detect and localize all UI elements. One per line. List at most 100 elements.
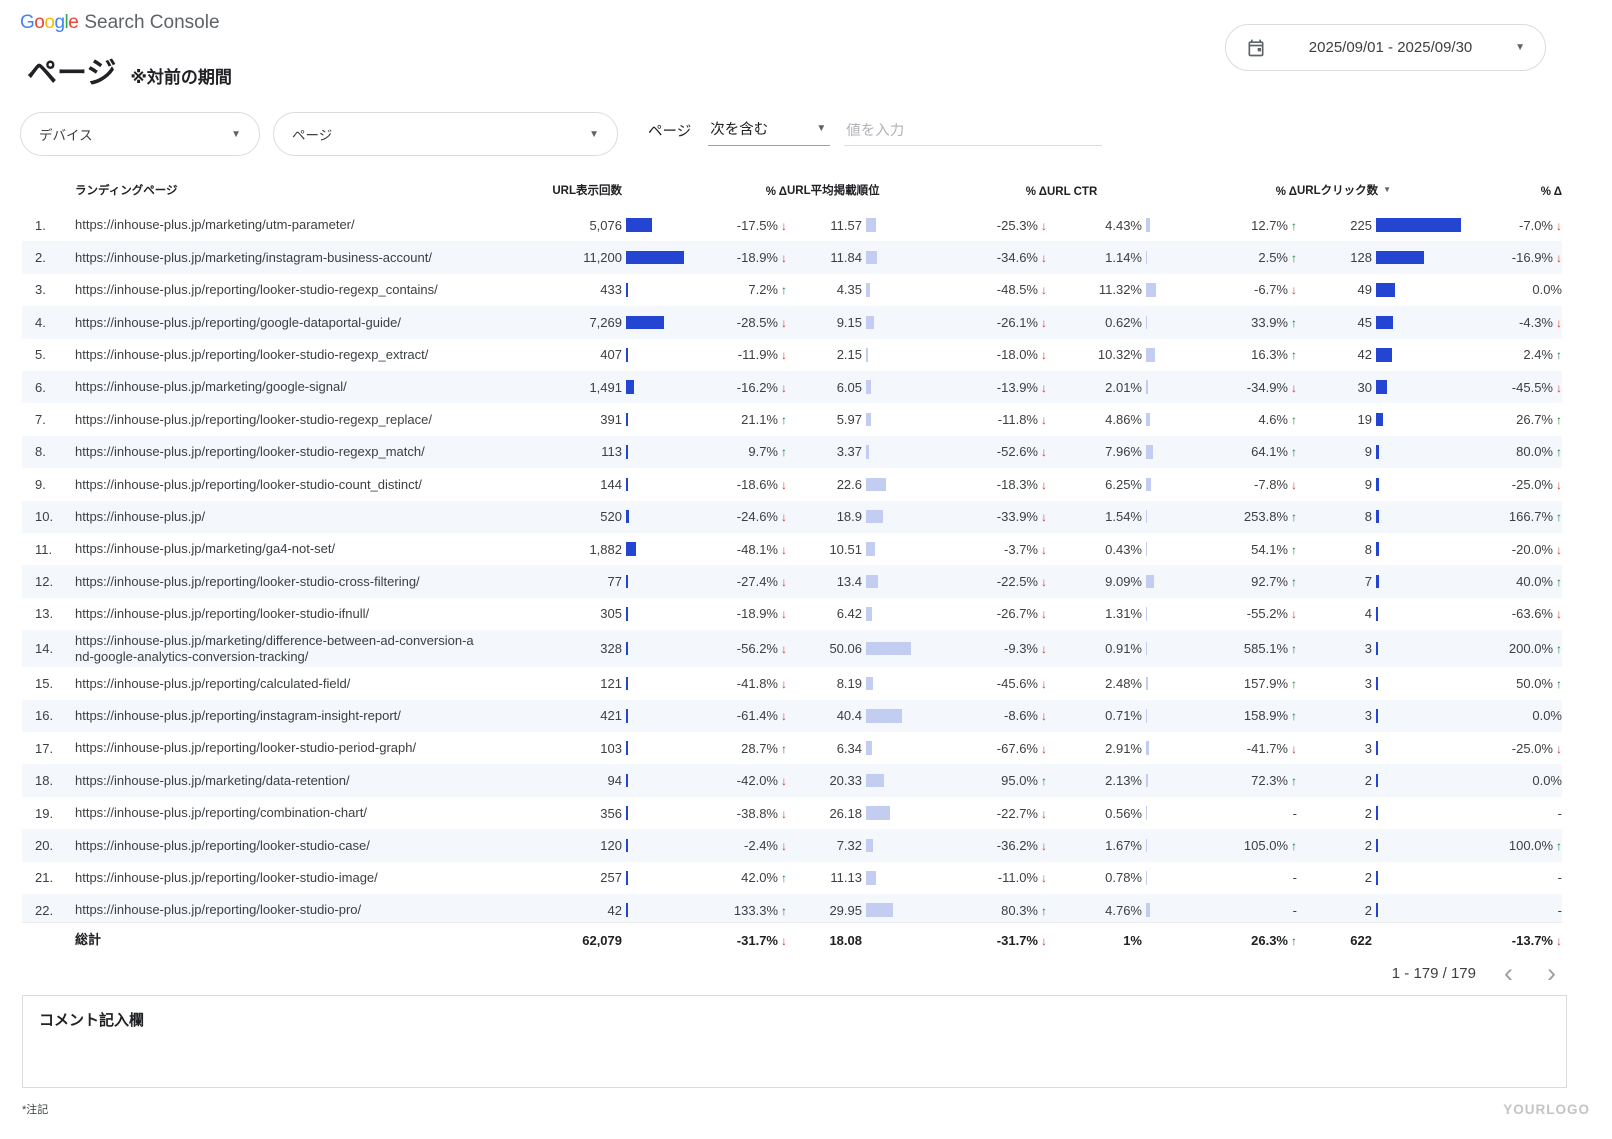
avg-position-bar-cell <box>862 607 917 621</box>
header-impressions[interactable]: URL表示回数 <box>492 182 622 198</box>
table-row[interactable]: 18.https://inhouse-plus.jp/marketing/dat… <box>22 764 1562 796</box>
table-row[interactable]: 15.https://inhouse-plus.jp/reporting/cal… <box>22 667 1562 699</box>
avg-position-bar-cell <box>862 575 917 589</box>
header-url-clicks[interactable]: URLクリック数▼ <box>1297 182 1467 198</box>
impressions-bar <box>626 316 664 330</box>
avg-position-delta: -13.9%↓ <box>917 380 1047 395</box>
impressions-delta: 133.3%↑ <box>692 903 787 918</box>
landing-page-url: https://inhouse-plus.jp/reporting/looker… <box>72 899 492 921</box>
ctr-delta: 253.8%↑ <box>1157 509 1297 524</box>
ctr-delta: 12.7%↑ <box>1157 218 1297 233</box>
table-row[interactable]: 13.https://inhouse-plus.jp/reporting/loo… <box>22 598 1562 630</box>
ctr-bar <box>1146 542 1147 556</box>
clicks-delta: -4.3%↓ <box>1467 315 1562 330</box>
row-index: 17. <box>22 741 72 756</box>
landing-page-url: https://inhouse-plus.jp/reporting/looker… <box>72 603 492 625</box>
table-row[interactable]: 17.https://inhouse-plus.jp/reporting/loo… <box>22 732 1562 764</box>
table-row[interactable]: 4.https://inhouse-plus.jp/reporting/goog… <box>22 306 1562 338</box>
impressions-value: 257 <box>492 870 622 885</box>
clicks-bar-cell <box>1372 903 1467 917</box>
clicks-bar-cell <box>1372 283 1467 297</box>
header-ctr-delta[interactable]: % Δ <box>1157 186 1297 198</box>
avg-position-bar-cell <box>862 218 917 232</box>
page-filter-dropdown[interactable]: ページ ▼ <box>273 112 618 156</box>
table-row[interactable]: 9.https://inhouse-plus.jp/reporting/look… <box>22 468 1562 500</box>
ctr-bar-cell <box>1142 741 1157 755</box>
header-landing-page[interactable]: ランディングページ <box>72 182 492 198</box>
table-row[interactable]: 7.https://inhouse-plus.jp/reporting/look… <box>22 403 1562 435</box>
impressions-value: 5,076 <box>492 218 622 233</box>
table-row[interactable]: 11.https://inhouse-plus.jp/marketing/ga4… <box>22 533 1562 565</box>
table-row[interactable]: 3.https://inhouse-plus.jp/reporting/look… <box>22 274 1562 306</box>
impressions-delta: 28.7%↑ <box>692 741 787 756</box>
row-index: 3. <box>22 282 72 297</box>
device-filter-dropdown[interactable]: デバイス ▼ <box>20 112 260 156</box>
impressions-delta: -56.2%↓ <box>692 641 787 656</box>
avg-position-value: 7.32 <box>787 838 862 853</box>
next-page-button[interactable]: › <box>1541 962 1562 984</box>
avg-position-delta: -25.3%↓ <box>917 218 1047 233</box>
condition-value-input[interactable] <box>844 123 1102 146</box>
table-row[interactable]: 6.https://inhouse-plus.jp/marketing/goog… <box>22 371 1562 403</box>
avg-position-bar <box>866 642 911 656</box>
condition-operator-dropdown[interactable]: 次を含む ▼ <box>708 118 830 146</box>
ctr-bar-cell <box>1142 251 1157 265</box>
avg-position-bar <box>866 316 874 330</box>
ctr-bar-cell <box>1142 903 1157 917</box>
ctr-bar <box>1146 642 1147 656</box>
avg-position-delta: -52.6%↓ <box>917 444 1047 459</box>
clicks-bar <box>1376 607 1378 621</box>
header-url-ctr[interactable]: URL CTR <box>1047 186 1157 198</box>
header-impressions-delta[interactable]: % Δ <box>692 186 787 198</box>
table-row[interactable]: 1.https://inhouse-plus.jp/marketing/utm-… <box>22 209 1562 241</box>
table-row[interactable]: 10.https://inhouse-plus.jp/520-24.6%↓18.… <box>22 501 1562 533</box>
avg-position-delta: -18.0%↓ <box>917 347 1047 362</box>
up-arrow-icon: ↑ <box>1556 839 1562 853</box>
clicks-bar-cell <box>1372 642 1467 656</box>
table-row[interactable]: 14.https://inhouse-plus.jp/marketing/dif… <box>22 630 1562 667</box>
date-range-control[interactable]: 2025/09/01 - 2025/09/30 ▼ <box>1225 24 1546 71</box>
table-row[interactable]: 8.https://inhouse-plus.jp/reporting/look… <box>22 436 1562 468</box>
table-row[interactable]: 5.https://inhouse-plus.jp/reporting/look… <box>22 339 1562 371</box>
table-row[interactable]: 21.https://inhouse-plus.jp/reporting/loo… <box>22 862 1562 894</box>
table-row[interactable]: 19.https://inhouse-plus.jp/reporting/com… <box>22 797 1562 829</box>
chevron-down-icon: ▼ <box>231 129 241 140</box>
clicks-bar <box>1376 380 1387 394</box>
clicks-delta: -13.7%↓ <box>1467 933 1562 948</box>
avg-position-value: 10.51 <box>787 542 862 557</box>
ctr-delta: 64.1%↑ <box>1157 444 1297 459</box>
clicks-delta: 100.0%↑ <box>1467 838 1562 853</box>
impressions-bar-cell <box>622 218 692 232</box>
clicks-delta: - <box>1467 870 1562 885</box>
table-row[interactable]: 16.https://inhouse-plus.jp/reporting/ins… <box>22 700 1562 732</box>
header-avg-position[interactable]: URL平均掲載順位 <box>787 182 917 198</box>
table-row[interactable]: 20.https://inhouse-plus.jp/reporting/loo… <box>22 829 1562 861</box>
comment-box[interactable]: コメント記入欄 <box>22 995 1567 1088</box>
ctr-bar <box>1146 218 1150 232</box>
landing-pages-table: ランディングページ URL表示回数 % Δ URL平均掲載順位 % Δ URL … <box>22 182 1562 986</box>
table-row[interactable]: 12.https://inhouse-plus.jp/reporting/loo… <box>22 565 1562 597</box>
table-row[interactable]: 22.https://inhouse-plus.jp/reporting/loo… <box>22 894 1562 922</box>
clicks-bar <box>1376 642 1378 656</box>
row-index: 4. <box>22 315 72 330</box>
avg-position-value: 6.34 <box>787 741 862 756</box>
ctr-value: 2.91% <box>1047 741 1142 756</box>
ctr-bar <box>1146 677 1148 691</box>
ctr-bar-cell <box>1142 542 1157 556</box>
header-url-clicks-label: URLクリック数 <box>1297 185 1378 197</box>
header-clicks-delta[interactable]: % Δ <box>1467 186 1562 198</box>
avg-position-bar <box>866 283 870 297</box>
impressions-bar-cell <box>622 510 692 524</box>
header-position-delta[interactable]: % Δ <box>917 186 1047 198</box>
landing-page-url: https://inhouse-plus.jp/reporting/instag… <box>72 705 492 727</box>
clicks-bar <box>1376 774 1378 788</box>
avg-position-bar-cell <box>862 806 917 820</box>
clicks-bar <box>1376 542 1379 556</box>
chevron-down-icon: ▼ <box>1515 42 1525 53</box>
previous-page-button[interactable]: ‹ <box>1498 962 1519 984</box>
ctr-bar <box>1146 316 1147 330</box>
impressions-value: 42 <box>492 903 622 918</box>
impressions-delta: -31.7%↓ <box>692 933 787 948</box>
table-row[interactable]: 2.https://inhouse-plus.jp/marketing/inst… <box>22 241 1562 273</box>
ctr-delta: 33.9%↑ <box>1157 315 1297 330</box>
